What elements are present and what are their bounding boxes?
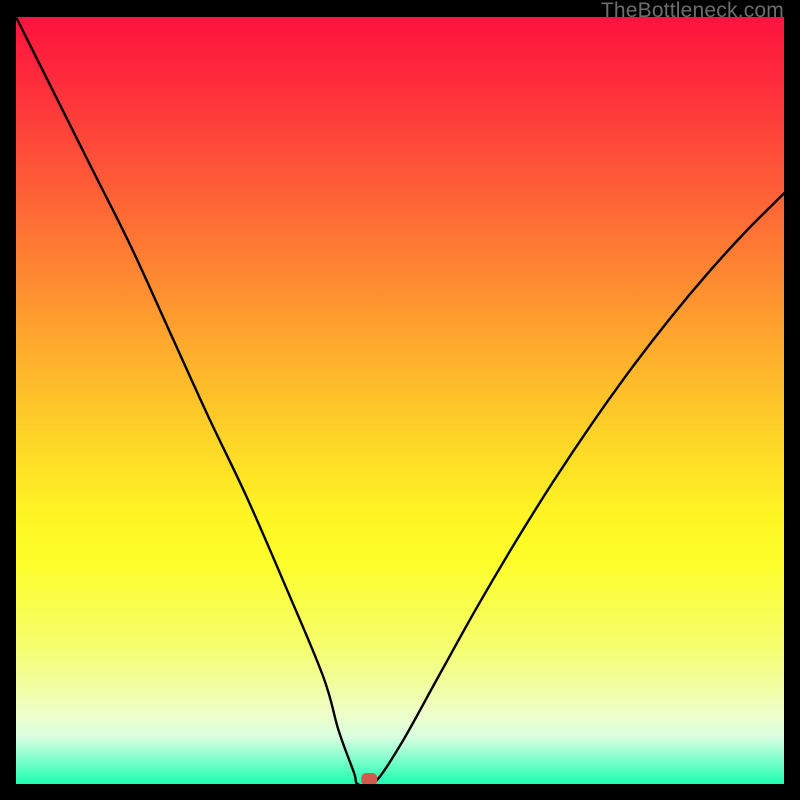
- bottleneck-curve: [16, 17, 784, 784]
- plot-area: [16, 17, 784, 784]
- optimum-marker: [361, 773, 377, 784]
- chart-frame: TheBottleneck.com: [0, 0, 800, 800]
- watermark-text: TheBottleneck.com: [601, 0, 784, 23]
